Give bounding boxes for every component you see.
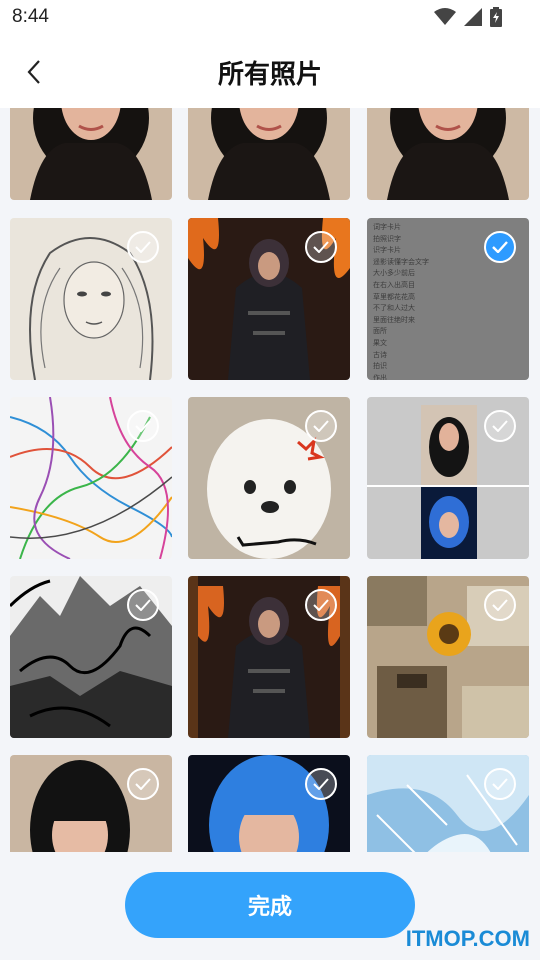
photo-grid[interactable]: 词字卡片 拍照识字 识字卡片 遥影读懂字会文字 大小多少前后 在右入出高目 草里… bbox=[0, 108, 540, 852]
select-checkbox[interactable] bbox=[484, 768, 516, 800]
watermark: ITMOP.COM bbox=[405, 926, 530, 951]
select-checkbox[interactable] bbox=[484, 589, 516, 621]
status-icons bbox=[434, 7, 502, 27]
check-icon bbox=[135, 599, 151, 611]
photo-tile[interactable] bbox=[188, 576, 350, 738]
select-checkbox[interactable] bbox=[484, 410, 516, 442]
select-checkbox[interactable] bbox=[127, 410, 159, 442]
photo-tile[interactable] bbox=[367, 108, 529, 200]
check-icon bbox=[313, 599, 329, 611]
select-checkbox[interactable] bbox=[305, 589, 337, 621]
status-bar: 8:44 bbox=[0, 0, 540, 36]
portrait-photo bbox=[10, 108, 172, 200]
photo-tile[interactable] bbox=[10, 576, 172, 738]
list-screenshot-text: 词字卡片 拍照识字 识字卡片 遥影读懂字会文字 大小多少前后 在右入出高目 草里… bbox=[373, 223, 429, 380]
check-icon bbox=[135, 241, 151, 253]
bottom-bar: 完成 ITMOP.COM bbox=[0, 852, 540, 960]
photo-tile[interactable] bbox=[10, 218, 172, 380]
check-icon bbox=[492, 241, 508, 253]
select-checkbox[interactable] bbox=[127, 589, 159, 621]
check-icon bbox=[135, 778, 151, 790]
status-time: 8:44 bbox=[12, 6, 49, 27]
photo-tile[interactable] bbox=[188, 755, 350, 852]
portrait-photo bbox=[188, 108, 350, 200]
app-header: 所有照片 bbox=[0, 36, 540, 108]
photo-tile[interactable]: 词字卡片 拍照识字 识字卡片 遥影读懂字会文字 大小多少前后 在右入出高目 草里… bbox=[367, 218, 529, 380]
check-icon bbox=[492, 778, 508, 790]
signal-icon bbox=[464, 8, 482, 26]
portrait-photo bbox=[367, 108, 529, 200]
select-checkbox[interactable] bbox=[305, 410, 337, 442]
photo-tile[interactable] bbox=[188, 218, 350, 380]
select-checkbox-selected[interactable] bbox=[484, 231, 516, 263]
page-title: 所有照片 bbox=[217, 60, 322, 90]
wifi-icon bbox=[434, 8, 456, 25]
select-checkbox[interactable] bbox=[127, 231, 159, 263]
photo-tile[interactable] bbox=[188, 108, 350, 200]
photo-tile[interactable] bbox=[367, 397, 529, 559]
photo-tile[interactable] bbox=[10, 397, 172, 559]
check-icon bbox=[492, 420, 508, 432]
done-button[interactable]: 完成 bbox=[125, 872, 415, 938]
check-icon bbox=[313, 420, 329, 432]
check-icon bbox=[313, 241, 329, 253]
check-icon bbox=[492, 599, 508, 611]
select-checkbox[interactable] bbox=[305, 768, 337, 800]
photo-tile[interactable] bbox=[188, 397, 350, 559]
select-checkbox[interactable] bbox=[127, 768, 159, 800]
select-checkbox[interactable] bbox=[305, 231, 337, 263]
photo-tile[interactable] bbox=[10, 755, 172, 852]
check-icon bbox=[135, 420, 151, 432]
check-icon bbox=[313, 778, 329, 790]
photo-tile[interactable] bbox=[367, 755, 529, 852]
battery-charging-icon bbox=[490, 7, 502, 27]
photo-tile[interactable] bbox=[367, 576, 529, 738]
photo-tile[interactable] bbox=[10, 108, 172, 200]
